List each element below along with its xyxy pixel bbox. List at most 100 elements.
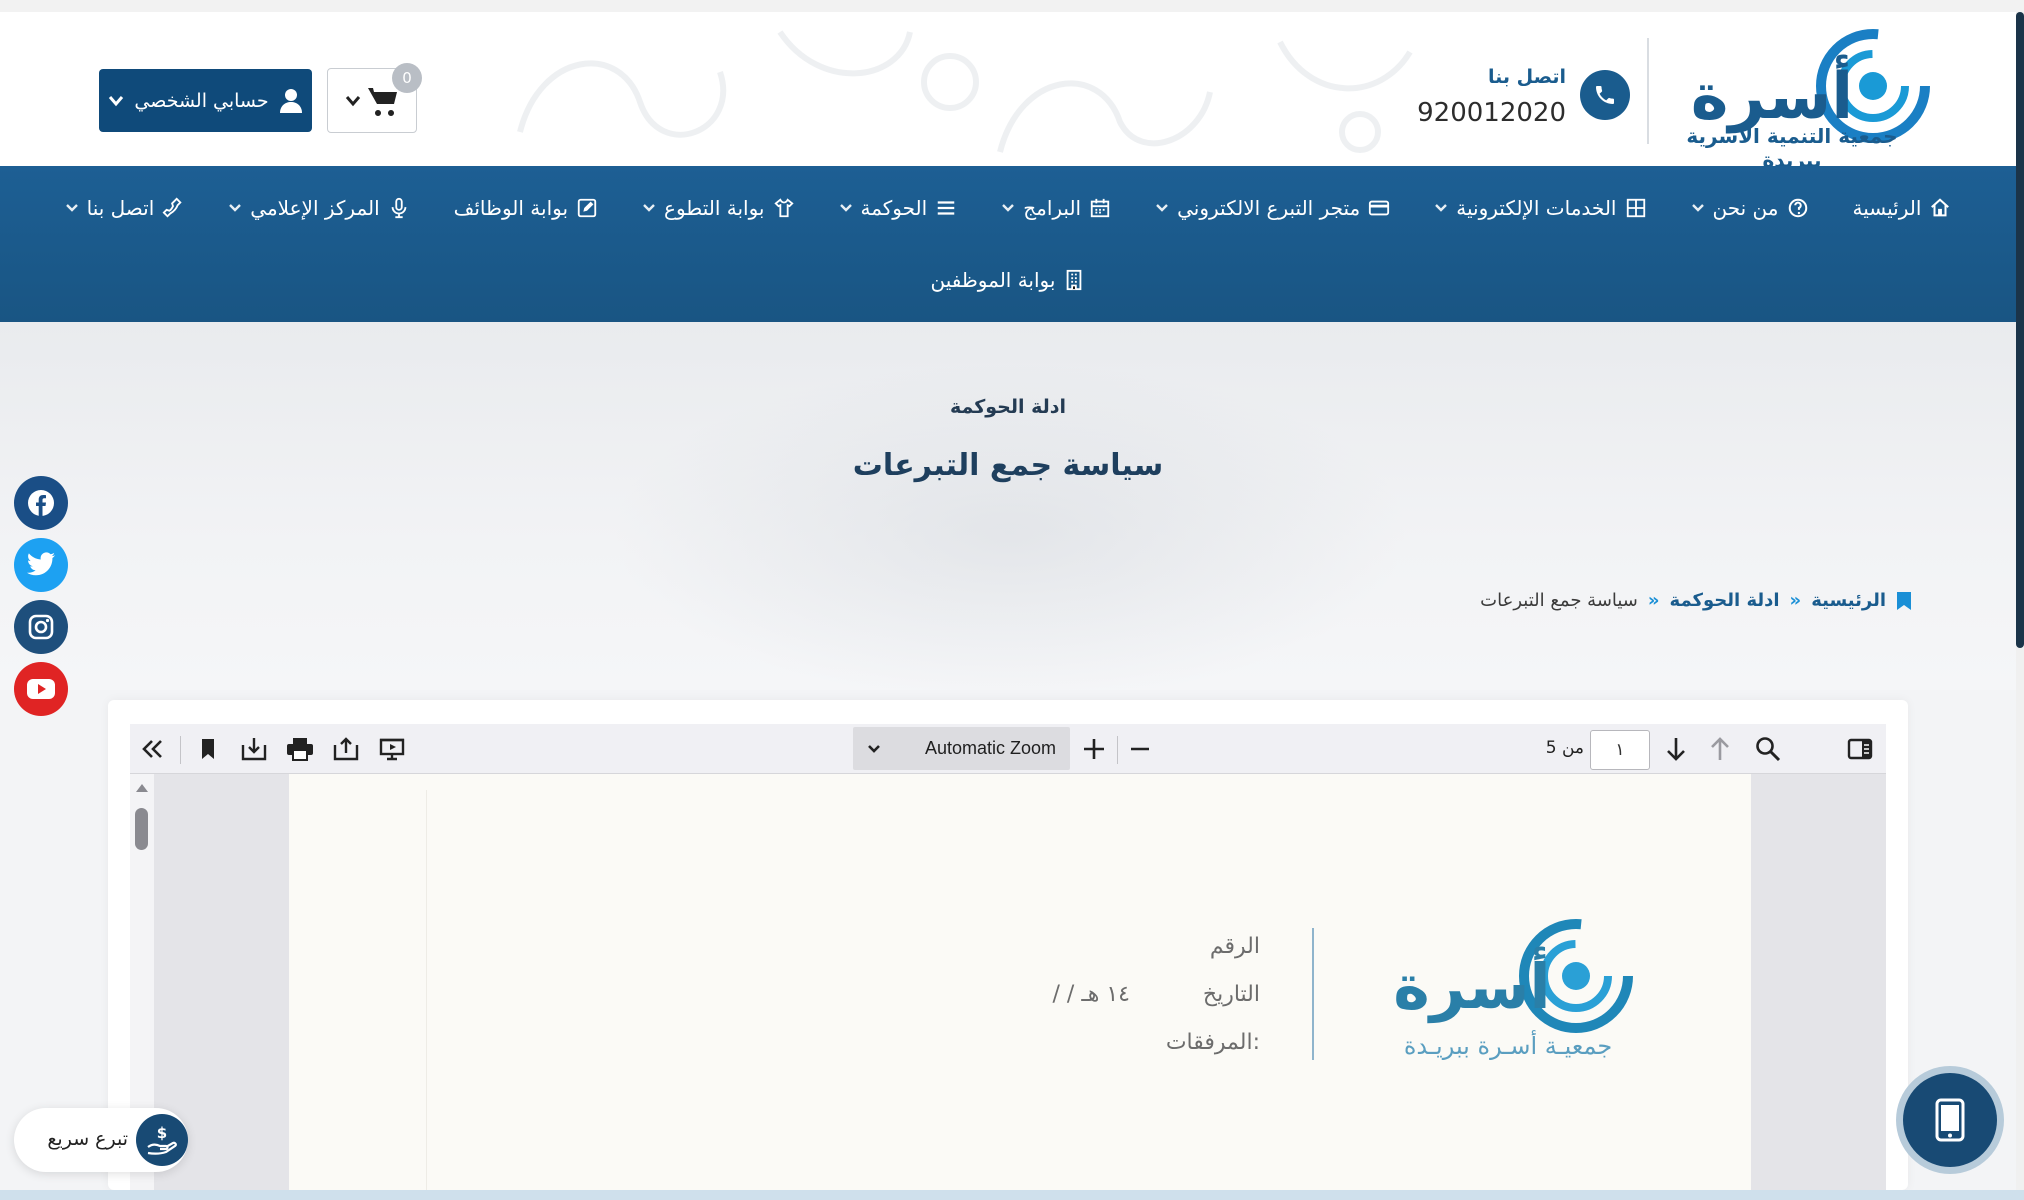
donate-hand-icon: $ [136, 1114, 188, 1166]
nav-item-label: المركز الإعلامي [250, 196, 380, 220]
quick-donate-label: تبرع سريع [47, 1128, 128, 1150]
header-phone-icon[interactable] [1580, 70, 1630, 120]
presentation-button[interactable] [372, 724, 412, 774]
contact-label[interactable]: اتصل بنا [1420, 66, 1566, 88]
pdf-toolbar: Automatic Zoom من 5 ١ [130, 724, 1886, 774]
document-logo-wordmark: أسرة [1393, 946, 1550, 1023]
facebook-link[interactable] [14, 476, 68, 530]
logo-wordmark: أسرة [1691, 54, 1853, 134]
nav-item-label: الحوكمة [860, 196, 928, 220]
next-page-button[interactable] [1656, 724, 1696, 774]
donate-hand-icon: $ [147, 1124, 177, 1155]
nav-item-label: بوابة الموظفين [930, 268, 1056, 292]
zoom-in-button[interactable] [1074, 724, 1114, 774]
pdf-scroll-up-arrow[interactable] [136, 784, 148, 792]
youtube-icon [27, 679, 55, 699]
cart-icon [368, 87, 397, 116]
pdf-scroll-thumb[interactable] [135, 808, 148, 850]
nav-item-label: البرامج [1023, 196, 1082, 220]
nav-item[interactable]: الحوكمة [839, 196, 958, 220]
grid-icon [1626, 198, 1645, 218]
chevron-down-icon [1156, 204, 1168, 212]
nav-item-label: بوابة التطوع [664, 196, 765, 220]
search-icon [1756, 737, 1781, 762]
nav-item[interactable]: بوابة الموظفين [931, 268, 1086, 292]
nav-item-label: الخدمات الإلكترونية [1456, 196, 1617, 220]
credit-card-icon [1369, 200, 1390, 216]
mobile-app-button[interactable] [1896, 1066, 2004, 1174]
nav-item-label: الرئيسية [1852, 196, 1922, 220]
main-navigation: الرئيسية من نحن الخدمات الإلكترونية متجر ال… [0, 166, 2016, 322]
page-number-input[interactable]: ١ [1590, 730, 1650, 770]
nav-item[interactable]: الرئيسية [1853, 196, 1952, 220]
nav-item[interactable]: من نحن [1691, 196, 1809, 220]
chevron-down-icon [229, 204, 242, 212]
nav-item[interactable]: المركز الإعلامي [228, 196, 409, 220]
double-chevron-icon [142, 740, 162, 758]
building-icon [1067, 269, 1082, 291]
nav-item[interactable]: البرامج [1001, 196, 1111, 220]
window-bottom-strip [0, 1190, 2024, 1200]
logo-subtitle: جمعية التنمية الأسرية ببريدة [1686, 124, 1898, 166]
twitter-link[interactable] [14, 538, 68, 592]
youtube-link[interactable] [14, 662, 68, 716]
list-icon [937, 201, 955, 215]
open-file-button[interactable] [326, 724, 366, 774]
page-scroll-thumb[interactable] [2016, 12, 2024, 648]
zoom-out-button[interactable] [1120, 724, 1160, 774]
find-button[interactable] [1748, 724, 1788, 774]
arrow-up-icon [1711, 737, 1729, 760]
breadcrumb-section[interactable]: ادلة الحوكمة [1670, 590, 1780, 611]
nav-item-label: من نحن [1712, 196, 1779, 220]
tools-button[interactable] [132, 724, 172, 774]
page-count-label: من 5 [1545, 738, 1584, 758]
chevron-down-icon [1691, 204, 1704, 212]
mobile-phone-icon [1935, 1098, 1965, 1142]
twitter-icon [27, 552, 56, 576]
presentation-icon [379, 738, 405, 761]
account-button[interactable]: حسابي الشخصي [99, 69, 312, 132]
document-date-value: / / ١٤ هـ [1052, 982, 1131, 1007]
nav-item[interactable]: متجر التبرع الالكتروني [1155, 196, 1390, 220]
breadcrumb-separator: » [1789, 590, 1802, 611]
download-button[interactable] [234, 724, 274, 774]
contact-number[interactable]: 920012020 [1400, 98, 1566, 128]
print-button[interactable] [280, 724, 320, 774]
breadcrumb-home[interactable]: الرئيسية [1811, 590, 1886, 611]
site-header: أسرة جمعية التنمية الأسرية ببريدة اتصل ب… [0, 12, 2016, 166]
edit-icon [577, 198, 597, 218]
zoom-select-value: Automatic Zoom [924, 738, 1056, 758]
nav-item-label: بوابة الوظائف [453, 196, 569, 220]
quick-donate-button[interactable]: تبرع سريع $ [14, 1108, 188, 1172]
plus-icon [1084, 739, 1104, 759]
zoom-select[interactable]: Automatic Zoom [853, 727, 1070, 770]
print-icon [287, 738, 313, 761]
svg-text:$: $ [157, 1124, 167, 1142]
document-logo: أسرة جمعيـة أسـرة ببريـدة [1393, 919, 1633, 1060]
breadcrumb-current: سياسة جمع التبرعات [1480, 590, 1638, 611]
page-hero: ادلة الحوكمة سياسة جمع التبرعات [0, 322, 2016, 690]
nav-item[interactable]: الخدمات الإلكترونية [1434, 196, 1646, 220]
nav-item[interactable]: اتصل بنا [65, 196, 185, 220]
chevron-down-icon [65, 204, 78, 212]
nav-item[interactable]: بوابة الوظائف [454, 196, 598, 220]
toolbar-separator [180, 736, 181, 764]
chevron-down-icon [1002, 204, 1015, 212]
pdf-page-margin-line [426, 790, 427, 1190]
breadcrumb: الرئيسية » ادلة الحوكمة » سياسة جمع التب… [1000, 590, 1912, 611]
home-icon [1931, 198, 1950, 217]
calendar-icon [1090, 198, 1110, 218]
instagram-link[interactable] [14, 600, 68, 654]
nav-row-primary: الرئيسية من نحن الخدمات الإلكترونية متجر ال… [0, 188, 2016, 228]
chevron-down-icon [839, 204, 852, 212]
sidebar-toggle-button[interactable] [1840, 724, 1880, 774]
breadcrumb-separator: » [1647, 590, 1660, 611]
page-title: سياسة جمع التبرعات [852, 448, 1164, 483]
minus-icon [1131, 747, 1149, 751]
microphone-icon [391, 197, 406, 219]
nav-item[interactable]: بوابة التطوع [642, 196, 794, 220]
previous-page-button[interactable] [1700, 724, 1740, 774]
user-icon [279, 88, 302, 113]
bookmark-icon [202, 739, 214, 759]
bookmark-button[interactable] [188, 724, 228, 774]
